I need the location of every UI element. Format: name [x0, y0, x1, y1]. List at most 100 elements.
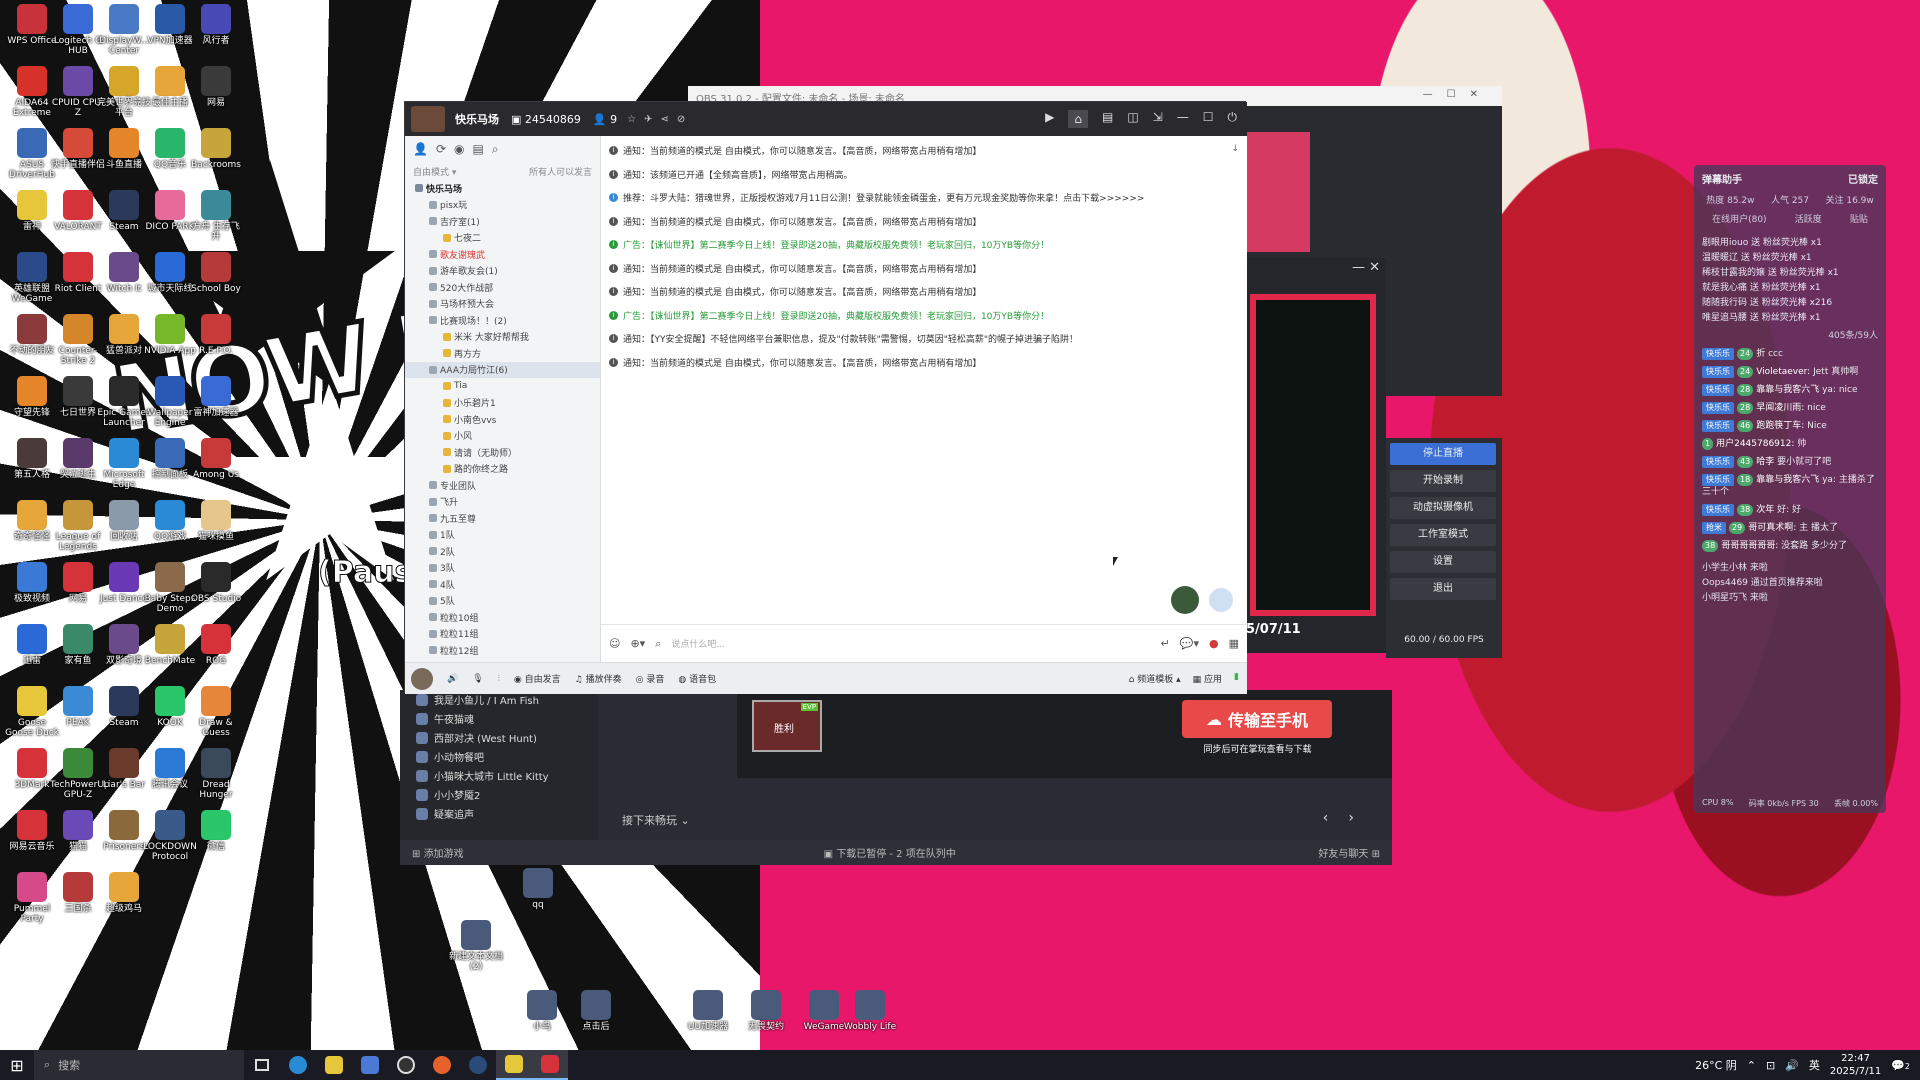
- speaker-icon[interactable]: 🔊: [447, 674, 458, 684]
- gift-icon[interactable]: ▦: [1229, 637, 1239, 650]
- record-dot-icon[interactable]: ●: [1209, 637, 1219, 650]
- tab-online-users[interactable]: 在线用户(80): [1712, 212, 1766, 225]
- scroll-down-icon[interactable]: ↓: [1231, 144, 1239, 154]
- obs-control-button[interactable]: 动虚拟摄像机: [1390, 497, 1496, 519]
- danmaku-message[interactable]: 快乐乐 43 哈李 要小就可了吧: [1694, 453, 1886, 471]
- obs-control-button[interactable]: 工作室模式: [1390, 524, 1496, 546]
- desktop-icon[interactable]: 新建文本文档 (2): [448, 920, 504, 972]
- game-list-item[interactable]: 午夜猫魂: [400, 709, 598, 728]
- maximize-icon[interactable]: ☐: [1203, 110, 1214, 128]
- sub-channel[interactable]: 3队: [405, 560, 600, 577]
- firefox-taskbar-icon[interactable]: [424, 1050, 460, 1080]
- desktop-icon[interactable]: 小鸟: [514, 990, 570, 1032]
- danmaku-message[interactable]: 快乐乐 38 次年 好: 好: [1694, 501, 1886, 519]
- desktop-icon[interactable]: 雷神加速器: [188, 376, 244, 418]
- sub-channel[interactable]: 比赛现场！！(2): [405, 312, 600, 329]
- search-emoji-icon[interactable]: ⌕: [655, 637, 661, 651]
- windows-start-icon[interactable]: ⊞: [0, 1050, 34, 1080]
- desktop-icon[interactable]: Among Us: [188, 438, 244, 480]
- sub-channel[interactable]: 1队: [405, 527, 600, 544]
- notes-icon[interactable]: ▤: [473, 142, 484, 157]
- desktop-icon[interactable]: 猫咪摸鱼: [188, 500, 244, 542]
- desktop-icon[interactable]: UU加速器: [680, 990, 736, 1032]
- channel-user[interactable]: 七夜二: [405, 230, 600, 247]
- carousel-arrows[interactable]: ‹›: [1323, 810, 1374, 826]
- record-button[interactable]: ◎ 录音: [636, 672, 665, 685]
- mic-user-avatar[interactable]: [1171, 586, 1199, 614]
- channel-action-icons[interactable]: ☆✈⋖⊘: [627, 114, 693, 125]
- desktop-icon[interactable]: OBS Studio: [188, 562, 244, 604]
- obs-control-button[interactable]: 停止直播: [1390, 443, 1496, 465]
- sub-channel[interactable]: 粒粒12组: [405, 642, 600, 659]
- sub-channel[interactable]: 飞升: [405, 494, 600, 511]
- danmaku-message[interactable]: 38 哥哥哥哥哥哥: 没套路 多少分了: [1694, 537, 1886, 555]
- desktop-icon[interactable]: qq: [510, 868, 566, 910]
- refresh-icon[interactable]: ⟳: [436, 142, 446, 157]
- location-icon[interactable]: ◉: [454, 142, 464, 157]
- desktop-icon[interactable]: 无畏契约: [738, 990, 794, 1032]
- friends-chat-button[interactable]: 好友与聊天 ⊞: [1318, 845, 1380, 860]
- my-avatar[interactable]: [411, 667, 433, 690]
- obs-taskbar-icon[interactable]: [388, 1050, 424, 1080]
- volume-icon[interactable]: 🔊: [1785, 1059, 1799, 1072]
- next-play-dropdown[interactable]: 接下来畅玩 ⌄: [622, 812, 690, 828]
- channel-user[interactable]: 米米 大家好帮帮我: [405, 329, 600, 346]
- sub-channel[interactable]: 游牟歌友会(1): [405, 263, 600, 280]
- gamepad-icon[interactable]: ◫: [1127, 110, 1138, 128]
- obs-control-button[interactable]: 设置: [1390, 551, 1496, 573]
- notification-center-icon[interactable]: 💬2: [1891, 1059, 1910, 1072]
- equalizer-icon[interactable]: ⫶: [498, 674, 500, 684]
- sub-channel[interactable]: 马场杯预大会: [405, 296, 600, 313]
- desktop-icon[interactable]: 超级鸡马: [96, 872, 152, 914]
- tray-chevron-icon[interactable]: ⌃: [1747, 1059, 1756, 1072]
- free-mode-dropdown[interactable]: 自由模式 ▾: [413, 165, 456, 178]
- ime-indicator[interactable]: 英: [1809, 1057, 1820, 1073]
- minimize-to-tray-icon[interactable]: ⇲: [1153, 110, 1163, 128]
- task-view-icon[interactable]: [244, 1050, 280, 1080]
- weather[interactable]: 26°C 阴: [1695, 1057, 1737, 1073]
- channel-template-button[interactable]: ⌂ 频道模板 ▴: [1129, 672, 1181, 685]
- desktop-icon[interactable]: 微信: [188, 810, 244, 852]
- microphone-icon[interactable]: 🎙: [472, 674, 483, 684]
- danmaku-message[interactable]: 1 用户2445786912: 帅: [1694, 435, 1886, 453]
- edge-taskbar-icon[interactable]: [280, 1050, 316, 1080]
- sub-channel[interactable]: 粒粒10组: [405, 609, 600, 626]
- sub-channel[interactable]: 专业团队: [405, 477, 600, 494]
- game-list-item[interactable]: 小猫咪大城市 Little Kitty: [400, 766, 598, 785]
- sub-channel[interactable]: 快乐马场: [405, 180, 600, 197]
- danmaku-message[interactable]: 快乐乐 28 靠靠与我客六飞 ya: nice: [1694, 381, 1886, 399]
- chat-input[interactable]: 说点什么吧...: [671, 637, 1150, 650]
- yy-taskbar-icon[interactable]: [496, 1050, 532, 1080]
- voice-pack-button[interactable]: ◍ 语音包: [678, 672, 716, 685]
- tab-gift[interactable]: 贴贴: [1850, 212, 1868, 225]
- game-thumbnail[interactable]: EVP 胜利: [752, 700, 822, 752]
- sub-channel[interactable]: 九五至尊: [405, 510, 600, 527]
- danmaku-message[interactable]: 快乐乐 28 早闻凌川雨: nice: [1694, 399, 1886, 417]
- sub-channel[interactable]: pisx玩: [405, 197, 600, 214]
- desktop-icon[interactable]: School Boy: [188, 252, 244, 294]
- tab-activity[interactable]: 活跃度: [1795, 212, 1822, 225]
- accompany-button[interactable]: ♫ 播放伴奏: [575, 672, 622, 685]
- send-icon[interactable]: ↵: [1161, 637, 1170, 650]
- close-icon[interactable]: — ✕: [1352, 260, 1380, 275]
- taskbar-search-input[interactable]: 搜索: [58, 1057, 80, 1073]
- channel-user[interactable]: 路的你终之路: [405, 461, 600, 478]
- danmaku-message[interactable]: 快乐乐 24 折 ccc: [1694, 345, 1886, 363]
- desktop-icon[interactable]: Dread Hunger: [188, 748, 244, 800]
- download-status[interactable]: ▣ 下载已暂停 - 2 项在队列中: [824, 845, 956, 860]
- add-game-button[interactable]: ⊞ 添加游戏: [412, 845, 464, 860]
- sub-channel[interactable]: 2队: [405, 543, 600, 560]
- send-to-phone-button[interactable]: ☁ 传输至手机: [1182, 700, 1332, 738]
- file-explorer-taskbar-icon[interactable]: [316, 1050, 352, 1080]
- user-icon[interactable]: 👤: [413, 142, 428, 157]
- apps-button[interactable]: ▦ 应用: [1193, 672, 1222, 685]
- sub-channel[interactable]: 5队: [405, 593, 600, 610]
- game-list-item[interactable]: 疑案追声: [400, 804, 598, 823]
- channel-user[interactable]: 小风: [405, 428, 600, 445]
- assistant-lock-toggle[interactable]: 已锁定: [1848, 171, 1878, 186]
- channel-user[interactable]: 再方方: [405, 345, 600, 362]
- video-icon[interactable]: ▶: [1045, 110, 1054, 128]
- steam-taskbar-icon[interactable]: [460, 1050, 496, 1080]
- emoji-icon[interactable]: ☺: [609, 637, 620, 650]
- game-list-item[interactable]: 小小梦魇2: [400, 785, 598, 804]
